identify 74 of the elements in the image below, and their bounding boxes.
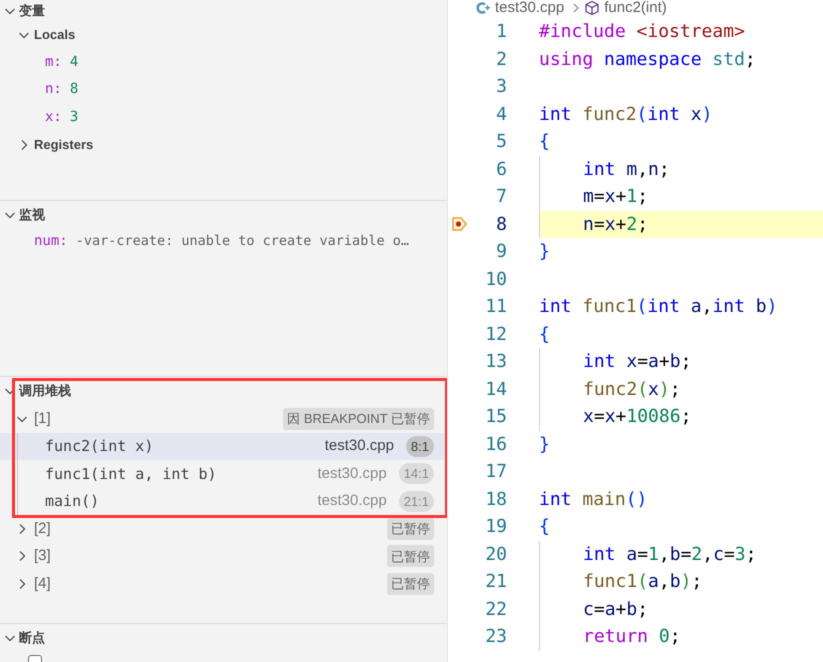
line-number: 13: [484, 350, 507, 374]
file-icon: [475, 0, 491, 16]
code-line: n=x+2;: [583, 212, 648, 237]
line-number: 6: [495, 158, 507, 182]
line-number: 22: [484, 598, 507, 622]
section-title: 调用堆栈: [19, 382, 71, 400]
breadcrumb-item[interactable]: test30.cpp: [495, 0, 564, 20]
scope-label[interactable]: Registers: [34, 135, 94, 154]
line-number: 9: [495, 240, 507, 264]
code-line: return 0;: [583, 625, 681, 650]
line-number: 12: [484, 322, 507, 347]
thread-label[interactable]: [4]: [34, 572, 51, 595]
variable-name: n:: [45, 80, 62, 100]
line-number: 14: [484, 378, 507, 402]
thread-status-badge: 已暂停: [387, 518, 434, 540]
code-line: func2(x);: [583, 378, 681, 402]
code-line: func1(a,b);: [583, 570, 702, 594]
code-line: int func1(int a,int b): [539, 295, 778, 320]
line-number: 17: [484, 460, 507, 484]
code-line: int main(): [539, 488, 648, 512]
code-line: int a=1,b=2,c=3;: [583, 542, 756, 567]
section-title: 变量: [19, 2, 45, 20]
line-number: 3: [495, 75, 507, 100]
line-number: 11: [484, 295, 507, 320]
line-number: 10: [484, 268, 507, 292]
code-line: c=a+b;: [583, 598, 648, 622]
thread-status-badge: 已暂停: [387, 545, 434, 568]
line-number: 1: [495, 20, 507, 44]
line-number: 2: [495, 48, 507, 72]
section-title: 监视: [19, 206, 45, 224]
code-line: int func2(int x): [539, 102, 712, 127]
line-number: 23: [484, 625, 507, 650]
line-number: 15: [484, 405, 507, 430]
code-line: {: [539, 130, 550, 154]
thread-status-badge: 因 BREAKPOINT 已暂停: [283, 408, 434, 430]
breakpoint-arrow-icon[interactable]: [452, 217, 466, 232]
line-number: 8: [495, 212, 507, 237]
code-line: int m,n;: [583, 158, 670, 182]
code-line: int x=a+b;: [583, 350, 692, 374]
section-title: 断点: [19, 628, 45, 647]
line-number: 16: [484, 432, 507, 457]
code-line: {: [539, 322, 550, 347]
thread-status-badge: 已暂停: [387, 572, 434, 595]
line-number: 21: [484, 570, 507, 594]
line-number: 19: [484, 515, 507, 540]
stack-frame[interactable]: main() test30.cpp 21:1: [0, 488, 447, 515]
code-line: }: [539, 240, 550, 264]
thread-label[interactable]: [3]: [34, 545, 51, 568]
code-line: }: [539, 432, 550, 457]
code-line: m=x+1;: [583, 185, 648, 210]
thread-label[interactable]: [1]: [34, 408, 51, 430]
breadcrumb-item[interactable]: func2(int): [604, 0, 667, 20]
code-line: #include <iostream>: [539, 20, 745, 44]
line-number: 18: [484, 488, 507, 512]
stack-frame[interactable]: func2(int x) test30.cpp 8:1: [0, 432, 447, 460]
variable-value: 3: [70, 108, 78, 127]
line-number: 4: [495, 102, 507, 127]
thread-label[interactable]: [2]: [34, 518, 51, 540]
variable-value: 8: [70, 80, 78, 100]
line-number: 5: [495, 130, 507, 154]
variable-name: m:: [45, 52, 62, 72]
cube-icon: [584, 0, 600, 16]
scope-label[interactable]: Locals: [34, 25, 76, 44]
variable-name: x:: [45, 108, 62, 127]
line-number: 7: [495, 185, 507, 210]
chevron-right-icon: [572, 2, 580, 14]
code-line: {: [539, 515, 550, 540]
variable-value: 4: [70, 52, 78, 72]
code-line: x=x+10086;: [583, 405, 692, 430]
watch-value: -var-create: unable to create variable o…: [76, 232, 409, 252]
watch-name: num:: [34, 232, 68, 251]
code-line: using namespace std;: [539, 48, 756, 72]
stack-frame[interactable]: func1(int a, int b) test30.cpp 14:1: [0, 460, 447, 488]
line-number: 20: [484, 542, 507, 567]
